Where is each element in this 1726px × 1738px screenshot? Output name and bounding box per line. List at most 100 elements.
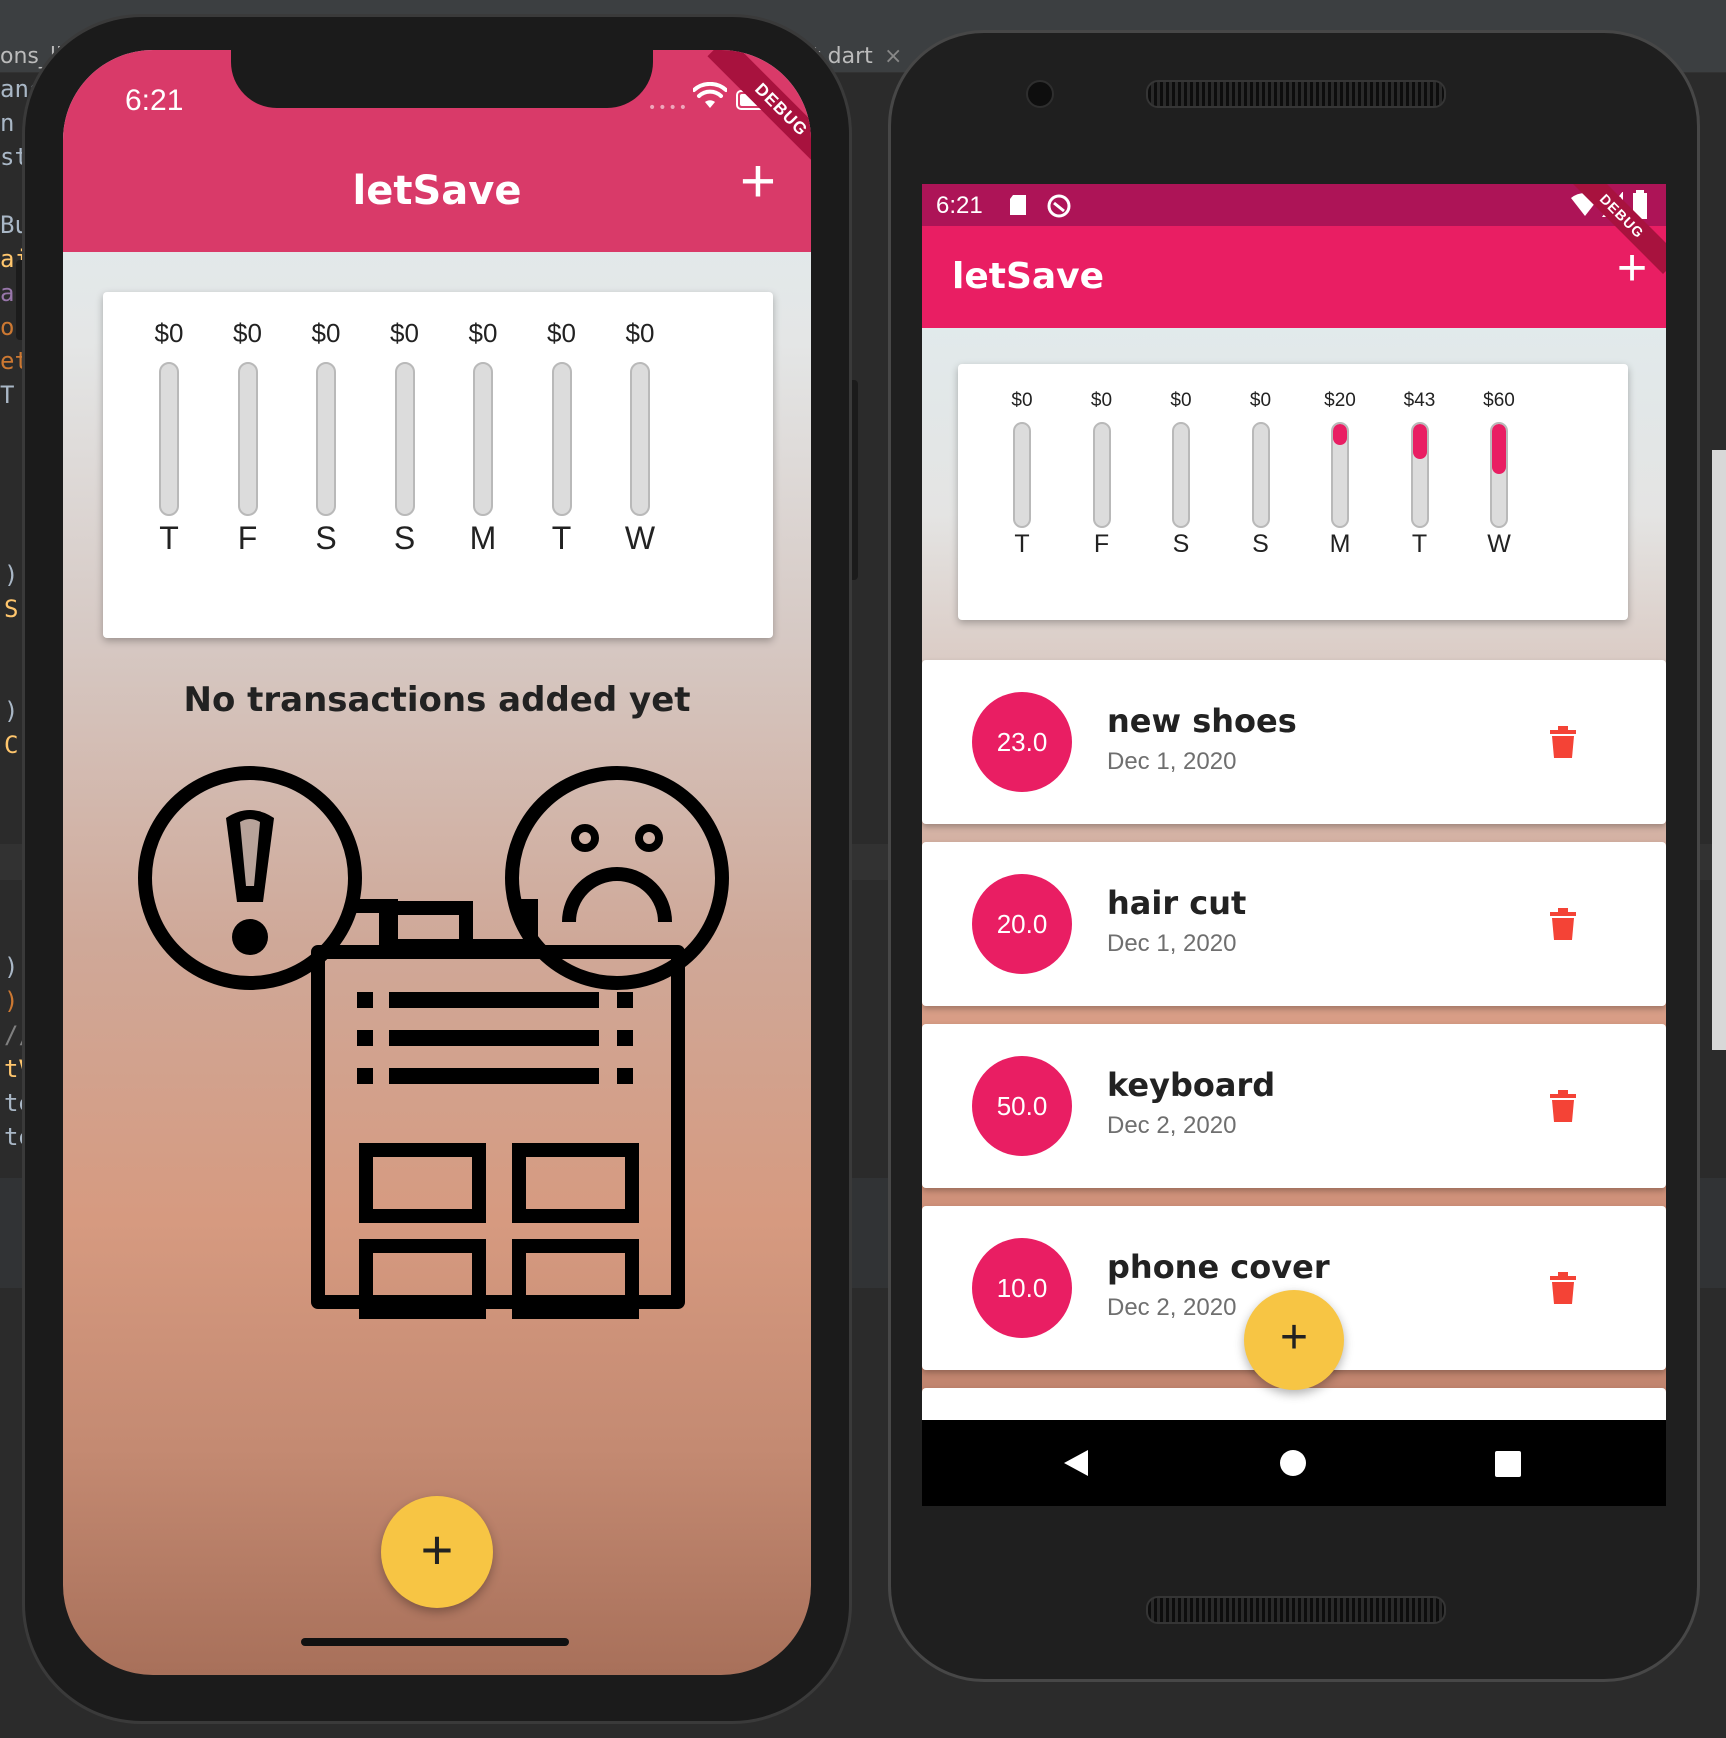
iphone-screen: 6:21 •••• DEBUG letSave + $0 T $0 F $0 S $0 S $0… [63,50,811,1675]
transaction-date: Dec 1, 2020 [1107,748,1237,775]
chart-bar-day-label: T [551,520,572,556]
transaction-amount-badge: 10.0 [972,1238,1072,1338]
chart-bar-amount: $60 [1483,390,1515,411]
ios-status-time: 6:21 [125,84,184,117]
chart-bar-day-label: F [237,520,258,556]
code-line: S [4,595,19,623]
chart-bar-day-label: T [1411,530,1428,558]
chart-bar-column: $0 M [448,292,518,638]
weekly-chart: $0 T $0 F $0 S $0 S $20 M $43 T $60 W [958,364,1628,620]
chart-bar-column: $0 S [1146,364,1216,620]
transaction-title: keyboard [1107,1066,1276,1104]
chart-bar-day-label: S [393,520,416,556]
chart-bar-track [630,362,650,516]
transaction-card[interactable]: 20.0 hair cut Dec 1, 2020 [922,842,1666,1006]
chart-bar-track [473,362,493,516]
back-icon[interactable] [1062,1448,1090,1478]
ide-tab-close-icon[interactable]: × [884,44,902,69]
add-fab-button[interactable]: + [381,1496,493,1608]
chart-bar-day-label: T [1014,530,1030,558]
transaction-card[interactable]: 23.0 new shoes Dec 1, 2020 [922,660,1666,824]
delete-icon[interactable] [1550,908,1576,940]
chart-bar-amount: $0 [311,318,341,348]
chart-bar-amount: $0 [625,318,655,348]
android-camera [1026,80,1054,108]
chart-bar-day-label: W [624,520,656,556]
delete-icon[interactable] [1550,726,1576,758]
chart-bar-fill [1333,424,1347,446]
home-indicator[interactable] [301,1638,569,1646]
chart-bar-column: $60 W [1464,364,1534,620]
transaction-title: hair cut [1107,884,1247,922]
transaction-date: Dec 2, 2020 [1107,1112,1237,1139]
chart-bar-day-label: S [1252,530,1269,558]
chart-bar-column: $0 W [605,292,675,638]
add-fab-button[interactable]: + [1244,1290,1344,1390]
chart-bar-column: $20 M [1305,364,1375,620]
code-line: ) [4,697,19,725]
chart-bar-track [1251,422,1270,528]
chart-bar-amount: $0 [390,318,419,348]
add-transaction-button[interactable]: + [723,146,793,217]
chart-bar-amount: $20 [1324,390,1356,411]
chart-bar-track [1490,422,1508,528]
recents-icon[interactable] [1494,1450,1522,1478]
chart-bar-column: $0 F [213,292,283,638]
chart-bar-day-label: T [159,520,179,556]
chart-bar-amount: $0 [1249,390,1272,411]
sd-card-icon [1010,195,1026,215]
transaction-title: phone cover [1107,1248,1330,1286]
chart-bar-amount: $0 [154,318,184,348]
transaction-title: new shoes [1107,702,1297,740]
chart-bar-fill [1492,424,1506,474]
ide-scrollbar[interactable] [1712,450,1726,1050]
chart-bar-column: $0 S [370,292,440,638]
ide-code-gutter-2: ) S ) C [4,558,18,762]
home-icon[interactable] [1278,1448,1308,1478]
chart-bar-amount: $0 [1170,390,1192,411]
chart-bar-track [159,362,179,516]
weekly-chart: $0 T $0 F $0 S $0 S $0 M $0 T $0 W [103,292,773,638]
transaction-card[interactable]: 50.0 keyboard Dec 2, 2020 [922,1024,1666,1188]
transaction-amount-badge: 20.0 [972,874,1072,974]
chart-bar-track [1172,422,1190,528]
wifi-icon [693,82,727,108]
chart-bar-track [316,362,336,516]
transaction-amount-badge: 50.0 [972,1056,1072,1156]
chart-bar-day-label: M [469,520,497,556]
chart-bar-column: $0 T [987,364,1057,620]
transaction-date: Dec 2, 2020 [1107,1294,1237,1321]
empty-state-message: No transactions added yet [183,680,691,720]
sync-icon [1047,194,1071,218]
delete-icon[interactable] [1550,1272,1576,1304]
app-title: letSave [352,168,522,214]
chart-bar-column: $0 T [527,292,597,638]
chart-bar-amount: $0 [1011,390,1033,411]
chart-bar-fill [1412,424,1427,459]
chart-bar-track [1410,422,1429,528]
transaction-date: Dec 1, 2020 [1107,930,1237,957]
chart-bar-amount: $43 [1403,390,1436,411]
ide-toolbar [0,0,1726,15]
android-status-time: 6:21 [936,192,983,219]
android-status-bar: 6:21 [922,184,1666,226]
android-bottom-speaker [1146,1596,1446,1624]
no-transactions-illustration [138,766,729,1319]
chart-bar-column: $0 T [134,292,204,638]
chart-bar-amount: $0 [233,318,262,348]
code-line: C [4,731,19,759]
chart-bar-day-label: F [1093,530,1110,558]
delete-icon[interactable] [1550,1090,1576,1122]
chart-bar-column: $0 F [1067,364,1137,620]
chart-bar-track [1013,422,1031,528]
android-top-speaker [1146,80,1446,108]
app-title: letSave [952,256,1105,297]
iphone-notch [231,50,653,108]
chart-bar-track [394,362,415,516]
chart-bar-column: $0 S [1226,364,1296,620]
chart-bar-day-label: W [1487,530,1511,558]
chart-bar-day-label: S [315,520,337,556]
chart-bar-amount: $0 [547,318,576,348]
chart-bar-track [1092,422,1111,528]
chart-bar-track [237,362,258,516]
